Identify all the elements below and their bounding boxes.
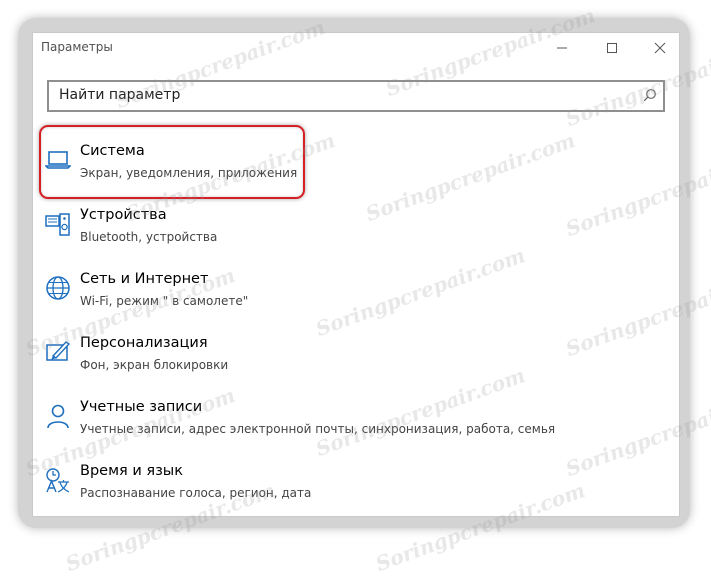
category-personalization[interactable]: Персонализация Фон, экран блокировки	[33, 335, 673, 393]
category-desc: Wi-Fi, режим " в самолете"	[80, 294, 249, 308]
category-name: Учетные записи	[80, 399, 203, 415]
category-devices[interactable]: Устройства Bluetooth, устройства	[33, 207, 673, 265]
category-time-language[interactable]: Время и язык Распознавание голоса, регио…	[33, 463, 673, 521]
globe-icon	[45, 275, 71, 301]
category-accounts[interactable]: Учетные записи Учетные записи, адрес эле…	[33, 399, 673, 457]
user-icon	[45, 403, 71, 429]
search-icon[interactable]	[643, 88, 657, 102]
category-desc: Фон, экран блокировки	[80, 358, 229, 372]
maximize-icon	[607, 43, 617, 53]
settings-window: Параметры Найти параметр Система Экран, …	[32, 32, 680, 517]
category-name: Время и язык	[80, 463, 184, 479]
search-placeholder: Найти параметр	[59, 87, 181, 103]
close-button[interactable]	[637, 33, 683, 63]
close-icon	[654, 42, 666, 54]
category-name: Сеть и Интернет	[80, 271, 209, 287]
category-desc: Bluetooth, устройства	[80, 230, 218, 244]
title-bar[interactable]: Параметры	[33, 33, 679, 63]
maximize-button[interactable]	[589, 33, 635, 63]
category-desc: Распознавание голоса, регион, дата	[80, 486, 312, 500]
window-title: Параметры	[41, 40, 113, 54]
devices-icon	[45, 211, 71, 237]
category-name: Устройства	[80, 207, 167, 223]
category-name: Персонализация	[80, 335, 208, 351]
search-input[interactable]: Найти параметр	[47, 80, 665, 112]
personalization-icon	[45, 339, 71, 365]
minimize-button[interactable]	[539, 33, 585, 63]
category-desc: Учетные записи, адрес электронной почты,…	[80, 422, 556, 436]
category-network[interactable]: Сеть и Интернет Wi-Fi, режим " в самолет…	[33, 271, 673, 329]
time-language-icon	[45, 467, 71, 493]
minimize-icon	[557, 47, 567, 49]
highlight-box	[39, 125, 305, 199]
